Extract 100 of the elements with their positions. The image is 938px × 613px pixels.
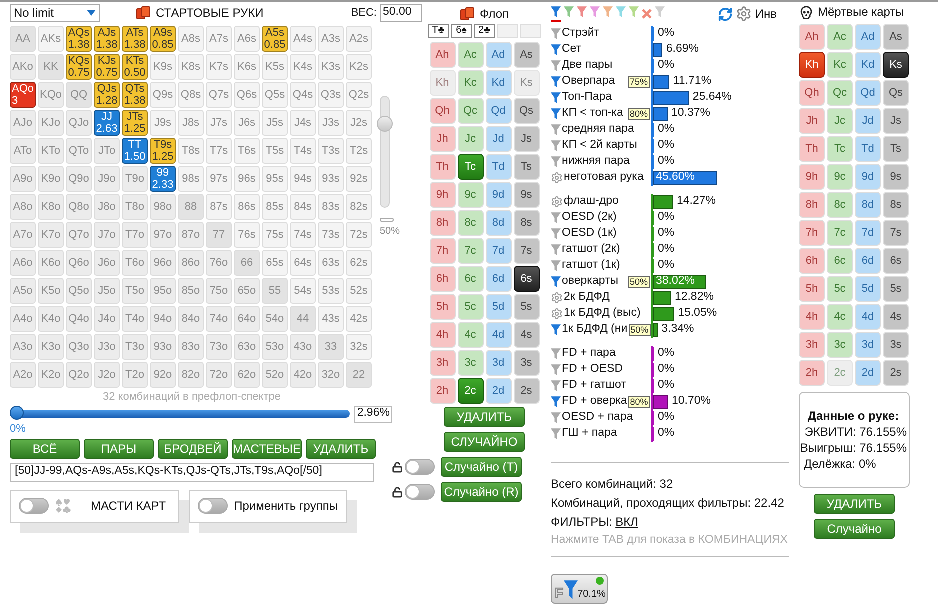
weight-field[interactable]: 50.00: [380, 4, 422, 22]
hand-cell[interactable]: Q3s: [318, 82, 344, 108]
hand-cell[interactable]: A8o: [10, 194, 36, 220]
card-button[interactable]: 8d: [855, 192, 881, 218]
hand-cell[interactable]: 86o: [178, 250, 204, 276]
hand-cell[interactable]: K4o: [38, 306, 64, 332]
hand-cell[interactable]: A6s: [234, 26, 260, 52]
hand-cell[interactable]: Q6o: [66, 250, 92, 276]
card-button[interactable]: Jh: [799, 108, 825, 134]
hand-cell[interactable]: QJo: [66, 110, 92, 136]
hand-cell[interactable]: 55: [262, 278, 288, 304]
hand-cell[interactable]: A5o: [10, 278, 36, 304]
card-button[interactable]: 8h: [799, 192, 825, 218]
hand-cell[interactable]: 72s: [346, 222, 372, 248]
hand-cell[interactable]: QJs 1.28: [94, 82, 120, 108]
board-card-slot[interactable]: 2♣: [474, 24, 495, 38]
card-button[interactable]: As: [883, 24, 909, 50]
hand-cell[interactable]: 64s: [290, 250, 316, 276]
hand-cell[interactable]: 63o: [234, 334, 260, 360]
hand-cell[interactable]: 82o: [178, 362, 204, 388]
flop-button[interactable]: СЛУЧАЙНО: [444, 432, 525, 452]
card-button[interactable]: Ah: [799, 24, 825, 50]
card-button[interactable]: 7s: [514, 238, 540, 264]
hand-cell[interactable]: T2o: [122, 362, 148, 388]
card-button[interactable]: 6d: [855, 248, 881, 274]
hand-cell[interactable]: K5s: [262, 54, 288, 80]
hand-cell[interactable]: AKo: [10, 54, 36, 80]
card-button[interactable]: Th: [430, 154, 456, 180]
hand-cell[interactable]: KTo: [38, 138, 64, 164]
card-button[interactable]: 2h: [430, 378, 456, 404]
hand-cell[interactable]: J3s: [318, 110, 344, 136]
hand-cell[interactable]: K5o: [38, 278, 64, 304]
card-button[interactable]: Kh: [799, 52, 825, 78]
card-button[interactable]: 5h: [430, 294, 456, 320]
hand-cell[interactable]: ATs 1.38: [122, 26, 148, 52]
card-button[interactable]: 6s: [514, 266, 540, 292]
hand-cell[interactable]: T9s 1.25: [150, 138, 176, 164]
hand-cell[interactable]: 75s: [262, 222, 288, 248]
hand-cell[interactable]: Q4s: [290, 82, 316, 108]
hand-cell[interactable]: 88: [178, 194, 204, 220]
hand-cell[interactable]: 87s: [206, 194, 232, 220]
hand-cell[interactable]: K8o: [38, 194, 64, 220]
hand-cell[interactable]: 64o: [234, 306, 260, 332]
hand-cell[interactable]: T3s: [318, 138, 344, 164]
hand-cell[interactable]: T4o: [122, 306, 148, 332]
hand-cell[interactable]: KK: [38, 54, 64, 80]
card-button[interactable]: 7d: [486, 238, 512, 264]
hand-cell[interactable]: 94s: [290, 166, 316, 192]
card-button[interactable]: 4d: [855, 304, 881, 330]
hand-cell[interactable]: Q4o: [66, 306, 92, 332]
hand-cell[interactable]: 96o: [150, 250, 176, 276]
card-button[interactable]: 7s: [883, 220, 909, 246]
hand-cell[interactable]: 85s: [262, 194, 288, 220]
hand-cell[interactable]: 73o: [206, 334, 232, 360]
card-button[interactable]: 3s: [883, 332, 909, 358]
hand-cell[interactable]: 97s: [206, 166, 232, 192]
settings-icon[interactable]: [736, 6, 752, 22]
hand-cell[interactable]: K2o: [38, 362, 64, 388]
hand-cell[interactable]: T9o: [122, 166, 148, 192]
hand-cell[interactable]: T8o: [122, 194, 148, 220]
hand-cell[interactable]: A3o: [10, 334, 36, 360]
hand-cell[interactable]: 74s: [290, 222, 316, 248]
hand-cell[interactable]: 63s: [318, 250, 344, 276]
card-button[interactable]: Kd: [486, 70, 512, 96]
card-button[interactable]: Ad: [486, 42, 512, 68]
hand-cell[interactable]: KQs 0.75: [66, 54, 92, 80]
card-button[interactable]: Ad: [855, 24, 881, 50]
hand-cell[interactable]: K7o: [38, 222, 64, 248]
toggle-switch[interactable]: [405, 459, 435, 475]
toggle-switch[interactable]: [198, 498, 228, 514]
hand-cell[interactable]: QQ: [66, 82, 92, 108]
card-button[interactable]: 2h: [799, 360, 825, 386]
card-button[interactable]: Ts: [883, 136, 909, 162]
hand-cell[interactable]: 33: [318, 334, 344, 360]
empty-card-slot[interactable]: [497, 24, 518, 38]
hand-cell[interactable]: 94o: [150, 306, 176, 332]
hand-cell[interactable]: KJo: [38, 110, 64, 136]
hand-cell[interactable]: 77: [206, 222, 232, 248]
card-button[interactable]: Qd: [855, 80, 881, 106]
card-button[interactable]: 3d: [855, 332, 881, 358]
hand-cell[interactable]: 22: [346, 362, 372, 388]
card-button[interactable]: Ac: [458, 42, 484, 68]
hand-cell[interactable]: J6o: [94, 250, 120, 276]
hand-cell[interactable]: T2s: [346, 138, 372, 164]
card-button[interactable]: 8c: [827, 192, 853, 218]
hand-cell[interactable]: K6o: [38, 250, 64, 276]
card-button[interactable]: 4s: [514, 322, 540, 348]
card-button[interactable]: 3c: [827, 332, 853, 358]
card-button[interactable]: Qs: [514, 98, 540, 124]
hand-cell[interactable]: 62s: [346, 250, 372, 276]
hand-cell[interactable]: A4s: [290, 26, 316, 52]
hand-cell[interactable]: 53o: [262, 334, 288, 360]
hand-cell[interactable]: 73s: [318, 222, 344, 248]
hand-cell[interactable]: T7o: [122, 222, 148, 248]
hand-cell[interactable]: J8o: [94, 194, 120, 220]
hand-cell[interactable]: K2s: [346, 54, 372, 80]
board-card-slot[interactable]: 6♠: [451, 24, 472, 38]
card-button[interactable]: 8d: [486, 210, 512, 236]
card-button[interactable]: 6h: [799, 248, 825, 274]
toggle-switch[interactable]: [405, 484, 435, 500]
